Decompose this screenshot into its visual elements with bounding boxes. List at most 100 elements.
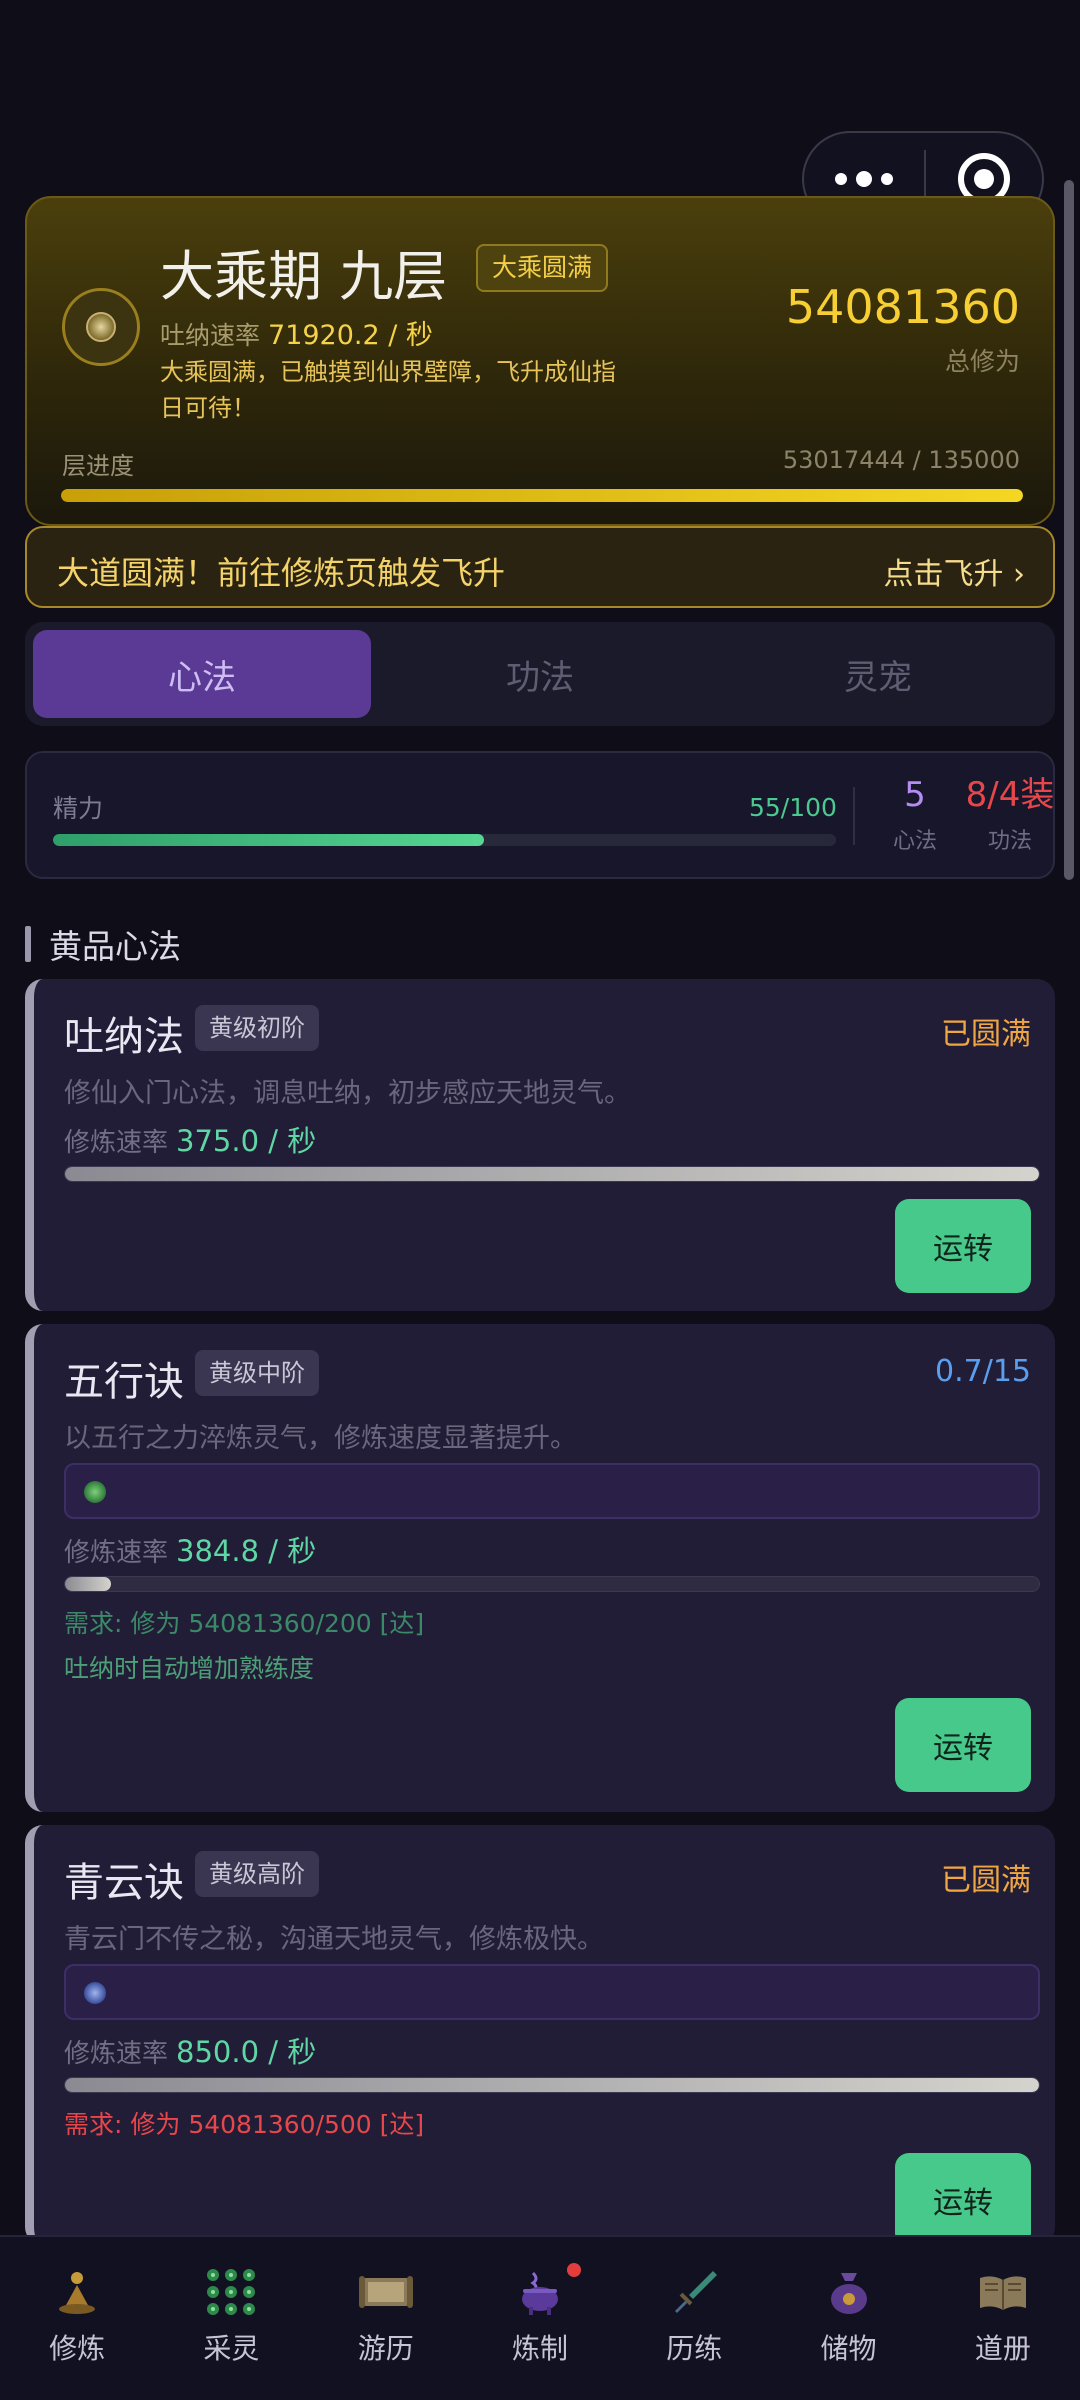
cauldron-icon [512, 2267, 568, 2317]
meditation-icon [49, 2267, 105, 2317]
ascend-message: 大道圆满！前往修炼页触发飞升 [57, 554, 506, 592]
more-menu-button[interactable] [804, 171, 924, 187]
skill-description: 修仙入门心法，调息吐纳，初步感应天地灵气。 [64, 1078, 631, 1109]
skill-requirement: 需求: 修为 54081360/200 [达] [64, 1609, 425, 1638]
skill-rate-label: 修炼速率 [64, 1128, 169, 1158]
skill-rate: 修炼速率 384.8 / 秒 [64, 1528, 316, 1570]
sword-icon [666, 2267, 722, 2317]
skill-progress-fill [65, 2078, 1039, 2092]
book-icon [975, 2267, 1031, 2317]
mental-method-count: 5 心法 [863, 775, 967, 855]
nav-training[interactable]: 历练 [617, 2237, 771, 2400]
nav-label: 炼制 [511, 2332, 568, 2365]
skill-description: 青云门不传之秘，沟通天地灵气，修炼极快。 [64, 1924, 604, 1955]
skill-card-wuxing: 五行诀 黄级中阶 0.7/15 以五行之力淬炼灵气，修炼速度显著提升。 修炼速率… [25, 1324, 1055, 1812]
run-skill-button[interactable]: 运转 [895, 1698, 1031, 1792]
mental-method-count-value: 5 [904, 775, 926, 815]
skill-requirement: 需求: 修为 54081360/500 [达] [64, 2110, 425, 2139]
skill-rate-value: 850.0 / 秒 [176, 2035, 317, 2069]
nav-craft[interactable]: 炼制 [463, 2237, 617, 2400]
ascend-banner[interactable]: 大道圆满！前往修炼页触发飞升 点击飞升 › [25, 526, 1055, 608]
tab-technique[interactable]: 功法 [371, 630, 709, 718]
skill-progress-fill [65, 1167, 1039, 1181]
skill-description: 以五行之力淬炼灵气，修炼速度显著提升。 [64, 1423, 577, 1454]
nav-gather[interactable]: 采灵 [154, 2237, 308, 2400]
tab-spirit-pet[interactable]: 灵宠 [709, 630, 1047, 718]
notification-dot [566, 2263, 581, 2277]
mental-method-count-label: 心法 [892, 829, 937, 854]
technique-count: 8/4装 功法 [960, 775, 1060, 855]
skill-rate-label: 修炼速率 [64, 1538, 169, 1568]
total-cultivation-value: 54081360 [785, 280, 1020, 334]
scroll-map-icon [358, 2267, 414, 2317]
skill-grade-badge: 黄级中阶 [195, 1350, 319, 1396]
nav-label: 采灵 [203, 2332, 260, 2365]
layer-progress-fill [61, 489, 1023, 502]
skill-progress-bar [64, 1166, 1040, 1182]
category-tabs: 心法 功法 灵宠 [25, 622, 1055, 726]
nav-label: 历练 [666, 2332, 723, 2365]
nav-label: 储物 [820, 2332, 877, 2365]
nav-storage[interactable]: 储物 [771, 2237, 925, 2400]
layer-progress-value: 53017444 / 135000 [782, 446, 1020, 474]
realm-title: 大乘期 九层 [160, 245, 448, 308]
energy-bar-fill [53, 834, 484, 846]
nav-label: 修炼 [49, 2332, 106, 2365]
nav-cultivate[interactable]: 修炼 [0, 2237, 154, 2400]
skill-card-qingyun: 青云诀 黄级高阶 已圆满 青云门不传之秘，沟通天地灵气，修炼极快。 修炼速率 85… [25, 1825, 1055, 2247]
breath-speed-label: 吐纳速率 [160, 321, 261, 350]
skill-name: 青云诀 [64, 1860, 184, 1906]
nav-codex[interactable]: 道册 [926, 2237, 1080, 2400]
skill-rate: 修炼速率 850.0 / 秒 [64, 2029, 316, 2071]
layer-progress-label: 层进度 [62, 452, 134, 480]
energy-bar [53, 834, 836, 846]
realm-description: 大乘圆满，已触摸到仙界壁障，飞升成仙指日可待！ [160, 358, 616, 422]
skill-card-tuna: 吐纳法 黄级初阶 已圆满 修仙入门心法，调息吐纳，初步感应天地灵气。 修炼速率 3… [25, 979, 1055, 1311]
tab-mental-method[interactable]: 心法 [33, 630, 371, 718]
nav-label: 游历 [357, 2332, 414, 2365]
skill-name: 吐纳法 [64, 1014, 184, 1060]
blue-gem-icon [84, 1982, 106, 2004]
skill-rate-value: 375.0 / 秒 [176, 1124, 317, 1158]
skill-progress-bar [64, 2077, 1040, 2093]
breath-speed-value: 71920.2 / 秒 [268, 320, 433, 351]
ascend-button[interactable]: 点击飞升 › [883, 549, 1025, 593]
run-skill-button[interactable]: 运转 [895, 1199, 1031, 1293]
skill-status: 已圆满 [941, 1017, 1031, 1052]
herb-grid-icon [203, 2267, 259, 2317]
skill-progress-bar [64, 1576, 1040, 1592]
run-skill-button[interactable]: 运转 [895, 2153, 1031, 2247]
energy-value: 55/100 [749, 793, 837, 822]
skill-rate-label: 修炼速率 [64, 2039, 169, 2069]
technique-count-value: 8/4装 [965, 775, 1055, 815]
skill-note: 吐纳时自动增加熟练度 [64, 1654, 315, 1683]
skill-progress-fill [65, 1577, 111, 1591]
skill-name: 五行诀 [64, 1359, 184, 1405]
skill-grade-badge: 黄级初阶 [195, 1005, 319, 1051]
skill-gem-slot[interactable] [64, 1463, 1040, 1519]
skill-status: 已圆满 [941, 1863, 1031, 1898]
green-gem-icon [84, 1481, 106, 1503]
scrollbar[interactable] [1064, 180, 1074, 880]
technique-count-label: 功法 [987, 829, 1032, 854]
realm-medal-icon [62, 288, 140, 366]
skill-rate-value: 384.8 / 秒 [176, 1534, 317, 1568]
realm-card: 大乘期 九层 大乘圆满 吐纳速率 71920.2 / 秒 大乘圆满，已触摸到仙界壁… [25, 196, 1055, 526]
total-cultivation-label: 总修为 [944, 347, 1020, 376]
realm-badge: 大乘圆满 [476, 244, 609, 292]
breath-speed: 吐纳速率 71920.2 / 秒 [160, 313, 433, 352]
energy-label: 精力 [53, 794, 104, 823]
section-marker [25, 926, 31, 962]
section-title: 黄品心法 [49, 927, 181, 966]
skill-rate: 修炼速率 375.0 / 秒 [64, 1118, 316, 1160]
layer-progress-bar [61, 489, 1023, 502]
nav-travel[interactable]: 游历 [309, 2237, 463, 2400]
energy-divider [853, 787, 855, 845]
section-header: 黄品心法 [25, 920, 181, 968]
skill-grade-badge: 黄级高阶 [195, 1851, 319, 1897]
energy-panel: 精力 55/100 5 心法 8/4装 功法 [25, 751, 1055, 879]
bottom-nav: 修炼 采灵 游历 炼制 历练 储物 道册 [0, 2235, 1080, 2400]
pouch-icon [821, 2267, 877, 2317]
skill-mastery-progress: 0.7/15 [935, 1354, 1031, 1389]
skill-gem-slot[interactable] [64, 1964, 1040, 2020]
